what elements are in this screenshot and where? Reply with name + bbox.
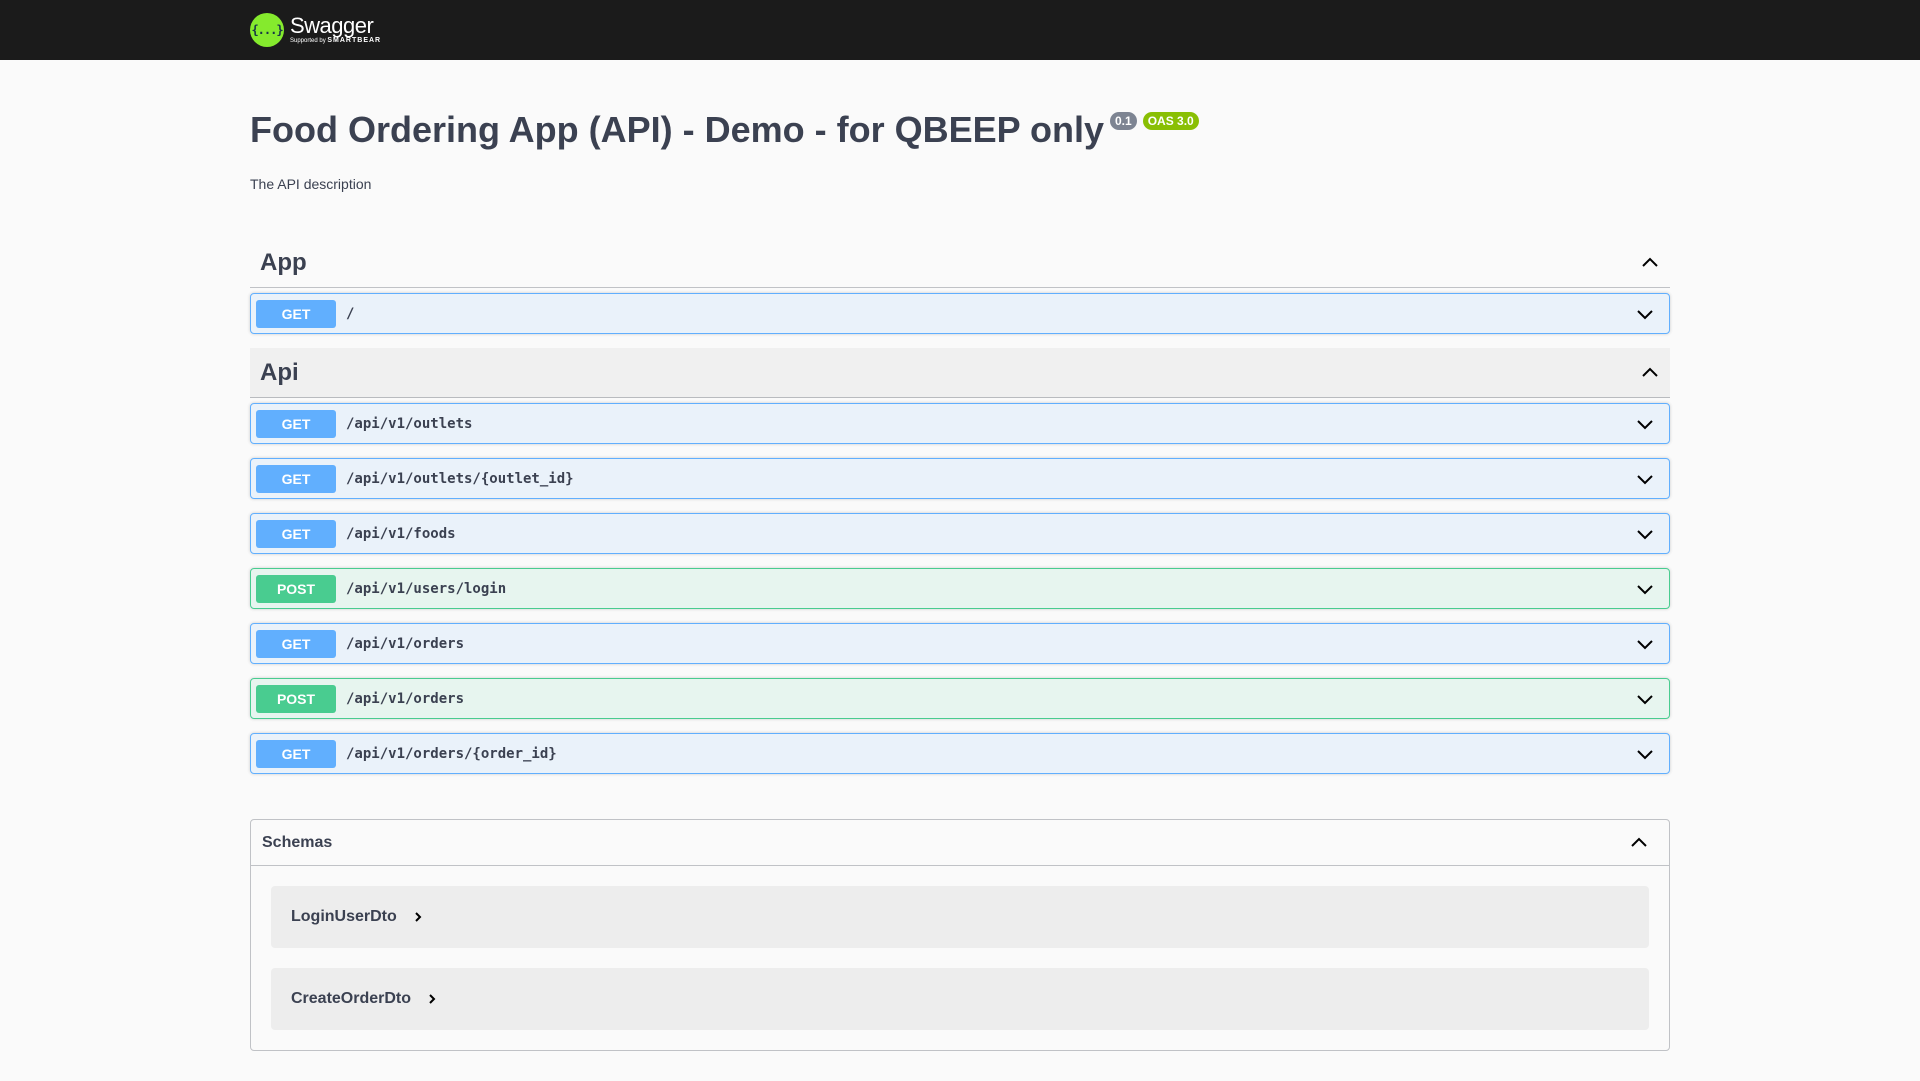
tag-header-api[interactable]: Api [250,348,1670,398]
api-description: The API description [250,176,372,192]
method-badge[interactable]: GET [256,299,336,328]
schema-model-login-user-dto[interactable]: LoginUserDto [271,886,1649,948]
chevron-right-icon[interactable] [425,992,439,1006]
method-badge[interactable]: GET [256,464,336,493]
operation-path[interactable]: /api/v1/outlets [346,416,1634,432]
operation-path[interactable]: /api/v1/orders/{order_id} [346,746,1634,762]
chevron-down-icon[interactable] [1634,633,1656,655]
operation-get-row[interactable]: GET/api/v1/orders/{order_id} [250,733,1670,774]
schema-model-name: LoginUserDto [291,908,397,925]
method-badge[interactable]: POST [256,684,336,713]
operation-get-row[interactable]: GET/api/v1/outlets/{outlet_id} [250,458,1670,499]
chevron-up-icon[interactable] [1629,833,1649,853]
operation-get-row[interactable]: GET/api/v1/outlets [250,403,1670,444]
chevron-down-icon[interactable] [1634,688,1656,710]
tag-name: Api [260,358,299,386]
logo-name: Swagger [290,13,374,38]
chevron-down-icon[interactable] [1634,578,1656,600]
api-info: Food Ordering App (API) - Demo - for QBE… [250,104,1670,192]
version-badge: 0.1 [1110,112,1137,130]
topbar: {...} Swagger Supported by SMARTBEAR [0,0,1920,60]
operation-path[interactable]: /api/v1/orders [346,636,1634,652]
operation-path[interactable]: / [346,306,1634,322]
tag-name: App [260,248,307,276]
schema-model-name: CreateOrderDto [291,990,412,1007]
chevron-up-icon[interactable] [1640,363,1660,383]
logo-supported-by: Supported by SMARTBEAR [290,37,382,44]
schemas-header[interactable]: Schemas [251,820,1669,866]
operation-path[interactable]: /api/v1/users/login [346,581,1634,597]
operation-post-row[interactable]: POST/api/v1/users/login [250,568,1670,609]
method-badge[interactable]: GET [256,519,336,548]
swagger-logo[interactable]: {...} Swagger Supported by SMARTBEAR [250,9,381,51]
method-badge[interactable]: GET [256,629,336,658]
tag-header-app[interactable]: App [250,238,1670,288]
method-badge[interactable]: POST [256,574,336,603]
operation-path[interactable]: /api/v1/foods [346,526,1634,542]
schemas-section: Schemas LoginUserDto CreateOrderDto [250,819,1670,1051]
operation-path[interactable]: /api/v1/orders [346,691,1634,707]
chevron-down-icon[interactable] [1634,303,1656,325]
chevron-down-icon[interactable] [1634,743,1656,765]
method-badge[interactable]: GET [256,739,336,768]
logo-mark: {...} [251,23,283,37]
operation-get-row[interactable]: GET/api/v1/orders [250,623,1670,664]
chevron-right-icon[interactable] [411,910,425,924]
operation-path[interactable]: /api/v1/outlets/{outlet_id} [346,471,1634,487]
operation-get-row[interactable]: GET / [250,293,1670,334]
swagger-logo-icon: {...} [250,13,284,47]
chevron-down-icon[interactable] [1634,413,1656,435]
page-title: Food Ordering App (API) - Demo - for QBE… [250,109,1104,150]
schemas-title: Schemas [262,833,333,851]
chevron-up-icon[interactable] [1640,253,1660,273]
chevron-down-icon[interactable] [1634,468,1656,490]
method-badge[interactable]: GET [256,409,336,438]
operation-get-row[interactable]: GET/api/v1/foods [250,513,1670,554]
chevron-down-icon[interactable] [1634,523,1656,545]
oas-badge: OAS 3.0 [1142,112,1199,130]
schema-model-create-order-dto[interactable]: CreateOrderDto [271,968,1649,1030]
operation-post-row[interactable]: POST/api/v1/orders [250,678,1670,719]
